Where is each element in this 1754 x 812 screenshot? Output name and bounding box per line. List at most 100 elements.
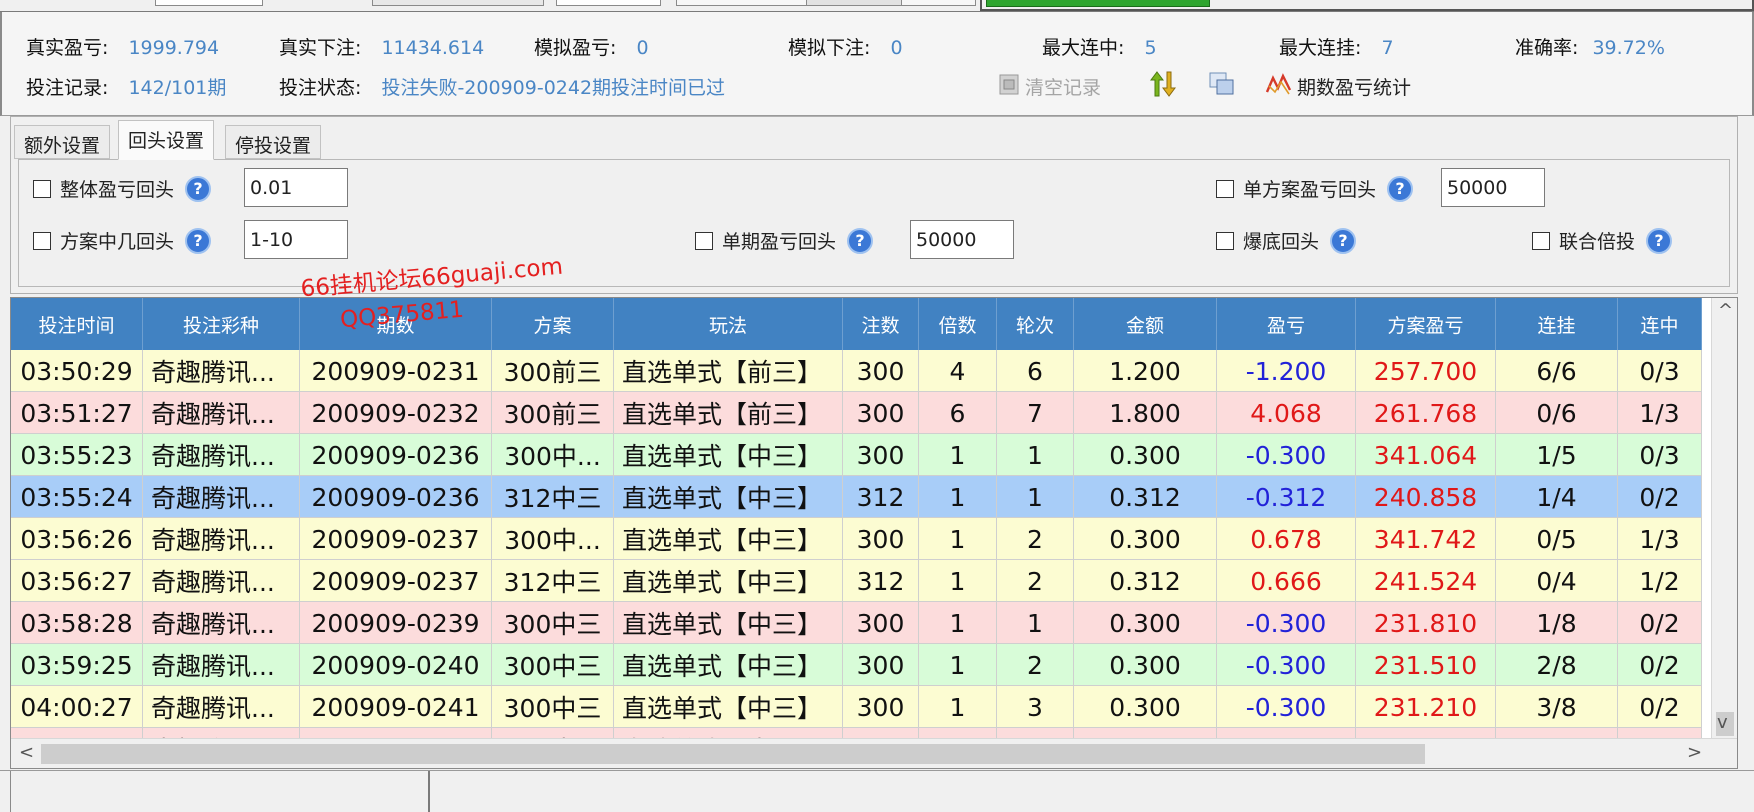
horizontal-scrollbar[interactable]: < > [11, 738, 1737, 768]
overall-return-checkbox[interactable] [33, 179, 51, 198]
table-cell: 0.666 [1217, 560, 1356, 602]
bust-return-option[interactable]: 爆底回头 ? [1216, 227, 1357, 254]
table-row[interactable]: 03:51:27 奇趣腾讯... 200909-0232 300前三 直选单式【前三】 3… [11, 392, 1702, 434]
top-button-2[interactable] [806, 0, 902, 6]
table-row[interactable]: 03:50:29 奇趣腾讯... 200909-0231 300前三 直选单式【前三】 3… [11, 350, 1702, 392]
table-row[interactable]: 03:59:25 奇趣腾讯... 200909-0240 300中三 直选单式【中三】 3… [11, 644, 1702, 686]
single-plan-return-input[interactable] [1441, 168, 1545, 207]
tab-return-settings[interactable]: 回头设置 [118, 120, 215, 160]
table-cell: 4 [919, 350, 997, 392]
stat-value: 0 [636, 37, 649, 59]
overall-return-option[interactable]: 整体盈亏回头 ? [33, 175, 212, 202]
column-header[interactable]: 轮次 [997, 298, 1074, 350]
sort-toggle-button[interactable] [1149, 70, 1177, 103]
vertical-scrollbar[interactable]: ^ [1711, 298, 1737, 738]
table-cell: 0.300 [1074, 602, 1217, 644]
overall-return-input[interactable] [244, 168, 348, 207]
column-header[interactable]: 盈亏 [1217, 298, 1356, 350]
scroll-right-icon[interactable]: > [1687, 742, 1702, 763]
column-header[interactable]: 连挂 [1496, 298, 1618, 350]
column-header[interactable]: 方案盈亏 [1356, 298, 1496, 350]
table-cell: 231.810 [1356, 602, 1496, 644]
table-cell: 341.742 [1356, 518, 1496, 560]
top-input-2[interactable] [556, 0, 661, 6]
scroll-up-icon[interactable]: ^ [1718, 300, 1733, 321]
table-cell: 2/8 [1496, 644, 1618, 686]
column-header[interactable]: 倍数 [919, 298, 997, 350]
column-header[interactable]: 金额 [1074, 298, 1217, 350]
table-cell: 0.312 [1074, 476, 1217, 518]
stat-label: 真实下注: [279, 37, 362, 59]
horizontal-scroll-thumb[interactable] [41, 744, 1425, 764]
scroll-down-icon[interactable]: v [1717, 712, 1728, 733]
help-icon[interactable]: ? [1330, 227, 1357, 254]
help-icon[interactable]: ? [1387, 175, 1414, 202]
single-period-return-input[interactable] [910, 220, 1014, 259]
period-stats-label: 期数盈亏统计 [1297, 77, 1412, 99]
help-icon[interactable]: ? [1646, 227, 1673, 254]
table-cell: 300中三 [492, 644, 614, 686]
table-cell: 200909-0237 [300, 560, 492, 602]
single-plan-return-checkbox[interactable] [1216, 179, 1234, 198]
help-icon[interactable]: ? [185, 175, 212, 202]
column-header[interactable]: 玩法 [614, 298, 843, 350]
table-row[interactable]: 03:55:24 奇趣腾讯... 200909-0236 312中三 直选单式【中三】 3… [11, 476, 1702, 518]
plan-hit-return-checkbox[interactable] [33, 231, 51, 250]
period-stats-button[interactable]: 期数盈亏统计 [1265, 72, 1412, 101]
table-cell: 直选单式【中三】 [614, 644, 843, 686]
table-cell: 0/2 [1618, 686, 1702, 728]
table-cell: 直选单式【中三】 [614, 560, 843, 602]
tab-extra-settings[interactable]: 额外设置 [14, 125, 111, 159]
table-cell: 240.858 [1356, 476, 1496, 518]
stat-accuracy: 准确率: 39.72% [1515, 33, 1665, 60]
column-header[interactable]: 方案 [492, 298, 614, 350]
table-cell: -0.300 [1217, 644, 1356, 686]
single-period-return-option[interactable]: 单期盈亏回头 ? [695, 227, 874, 254]
bet-records-grid: 投注时间 投注彩种 期数 方案 玩法 注数 倍数 轮次 金额 盈亏 方案盈亏 连挂 连中 03:50:2… [10, 297, 1738, 769]
top-button-1[interactable] [372, 0, 544, 6]
plan-hit-return-input[interactable] [244, 220, 348, 259]
clear-records-button[interactable]: 清空记录 [998, 72, 1101, 101]
table-cell: 300 [843, 518, 919, 560]
help-icon[interactable]: ? [847, 227, 874, 254]
table-cell: 300前三 [492, 350, 614, 392]
stat-max-win-streak: 最大连中: 5 [1042, 33, 1157, 60]
table-row[interactable]: 04:00:27 奇趣腾讯... 200909-0241 300中三 直选单式【中三】 3… [11, 686, 1702, 728]
stat-sim-profit: 模拟盈亏: 0 [534, 33, 649, 60]
combined-multiplier-option[interactable]: 联合倍投 ? [1532, 227, 1673, 254]
tab-label: 额外设置 [24, 135, 101, 157]
stat-label: 投注状态: [279, 77, 362, 99]
table-cell: 奇趣腾讯... [143, 434, 300, 476]
tab-stop-settings[interactable]: 停投设置 [225, 125, 322, 159]
table-cell: 0/5 [1496, 518, 1618, 560]
combined-multiplier-label: 联合倍投 [1559, 231, 1636, 253]
single-period-return-checkbox[interactable] [695, 231, 713, 250]
table-row[interactable]: 03:58:28 奇趣腾讯... 200909-0239 300中三 直选单式【中三】 3… [11, 602, 1702, 644]
table-cell: 奇趣腾讯... [143, 560, 300, 602]
bust-return-checkbox[interactable] [1216, 231, 1234, 250]
top-input-1[interactable] [155, 0, 263, 6]
stat-label: 真实盈亏: [26, 37, 109, 59]
column-header[interactable]: 投注时间 [11, 298, 143, 350]
scroll-left-icon[interactable]: < [19, 742, 34, 763]
table-cell: 1 [919, 476, 997, 518]
table-row[interactable]: 03:56:27 奇趣腾讯... 200909-0237 312中三 直选单式【中三】 3… [11, 560, 1702, 602]
column-header[interactable]: 连中 [1618, 298, 1702, 350]
combined-multiplier-checkbox[interactable] [1532, 231, 1550, 250]
column-header[interactable]: 注数 [843, 298, 919, 350]
clear-records-label: 清空记录 [1025, 77, 1102, 99]
windows-icon [1208, 70, 1236, 103]
column-header[interactable]: 投注彩种 [143, 298, 300, 350]
table-row[interactable]: 03:55:23 奇趣腾讯... 200909-0236 300中... 直选单式【中三… [11, 434, 1702, 476]
single-plan-return-label: 单方案盈亏回头 [1243, 179, 1377, 201]
table-cell: 257.700 [1356, 350, 1496, 392]
table-cell: 200909-0237 [300, 518, 492, 560]
table-cell: 奇趣腾讯... [143, 392, 300, 434]
plan-hit-return-option[interactable]: 方案中几回头 ? [33, 227, 212, 254]
copy-window-button[interactable] [1208, 70, 1236, 103]
stat-label: 准确率: [1515, 37, 1579, 59]
single-plan-return-option[interactable]: 单方案盈亏回头 ? [1216, 175, 1414, 202]
table-row[interactable]: 03:56:26 奇趣腾讯... 200909-0237 300中... 直选单式【中三… [11, 518, 1702, 560]
table-cell: -0.300 [1217, 434, 1356, 476]
help-icon[interactable]: ? [185, 227, 212, 254]
